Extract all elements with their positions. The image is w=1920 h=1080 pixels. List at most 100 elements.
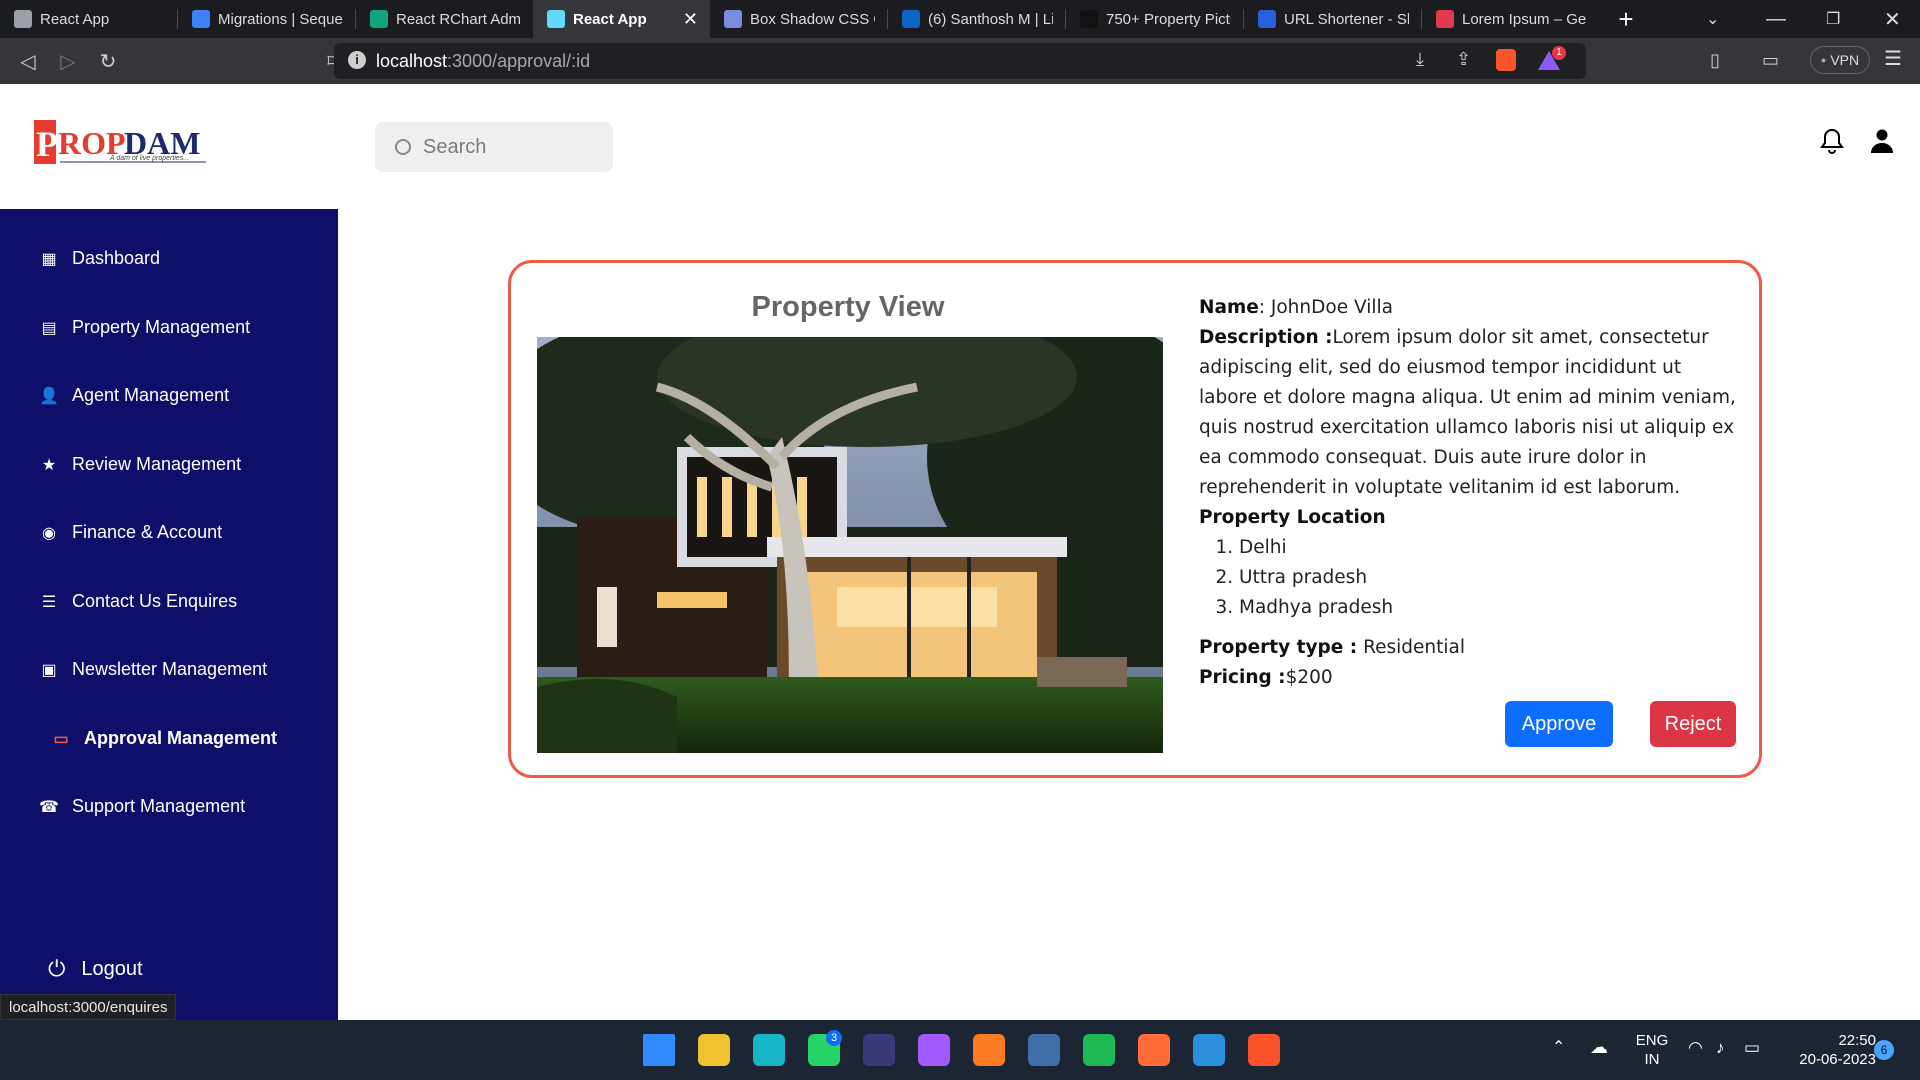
- browser-tab[interactable]: Lorem Ipsum – Gen: [1422, 0, 1599, 38]
- property-location-heading: Property Location: [1199, 507, 1386, 528]
- clock-time: 22:50: [1838, 1032, 1876, 1049]
- onedrive-icon[interactable]: ☁: [1590, 1038, 1608, 1057]
- clock-date: 20-06-2023: [1799, 1051, 1876, 1068]
- sidebar-item-contact-us-enquires[interactable]: ☰ Contact Us Enquires: [40, 591, 237, 612]
- sidebar-item-newsletter-management[interactable]: ▣ Newsletter Management: [40, 659, 267, 680]
- xampp-icon[interactable]: [973, 1034, 1005, 1066]
- reject-button[interactable]: Reject: [1650, 701, 1736, 747]
- logout-label: Logout: [81, 957, 143, 980]
- browser-tab[interactable]: React RChart Admin: [356, 0, 533, 38]
- browser-tab-title: Lorem Ipsum – Gen: [1462, 10, 1587, 28]
- browser-tab-title: React App: [40, 10, 110, 28]
- browser-tab[interactable]: URL Shortener - Sh: [1244, 0, 1421, 38]
- site-info-icon[interactable]: i: [348, 51, 366, 69]
- notification-bell-icon[interactable]: [1820, 128, 1844, 159]
- battery-icon[interactable]: ▭: [1744, 1038, 1760, 1057]
- sequelize-icon: [192, 10, 210, 28]
- restore-icon[interactable]: ❐: [1826, 0, 1840, 38]
- browser-tab[interactable]: (6) Santhosh M | Lin: [888, 0, 1065, 38]
- property-image: [537, 337, 1163, 753]
- browser-tab[interactable]: React App ✕: [533, 0, 710, 38]
- menu-icon[interactable]: ☰: [1884, 46, 1902, 71]
- clock[interactable]: 22:50 20-06-2023: [1780, 1031, 1876, 1069]
- language-code: ENG: [1635, 1032, 1669, 1049]
- browser-tab-title: React RChart Admin: [396, 10, 521, 28]
- grid-icon: ▦: [41, 250, 57, 268]
- browser-tab-title: URL Shortener - Sh: [1284, 10, 1409, 28]
- sidebar-item-property-management[interactable]: ▤ Property Management: [40, 317, 250, 338]
- tab-search-icon[interactable]: ⌄: [1706, 0, 1719, 38]
- browser-tab[interactable]: React App: [0, 0, 177, 38]
- coin-icon: ◉: [42, 524, 56, 542]
- sidebar-item-label: Newsletter Management: [72, 659, 268, 679]
- search-box[interactable]: Search: [375, 122, 613, 172]
- forward-icon[interactable]: ▷: [48, 49, 88, 74]
- brave-icon[interactable]: [1248, 1034, 1280, 1066]
- sidebar-item-approval-management[interactable]: ▭ Approval Management: [52, 728, 277, 749]
- sidebar-toggle-icon[interactable]: ▯: [1710, 50, 1720, 71]
- show-hidden-icons-icon[interactable]: ⌃: [1552, 1038, 1565, 1057]
- search-input[interactable]: Search: [423, 136, 486, 159]
- figma-icon[interactable]: [918, 1034, 950, 1066]
- link-icon: [1258, 10, 1276, 28]
- property-card: Property View Name: JohnDoe Villa Descri…: [508, 260, 1762, 778]
- postman-icon[interactable]: [1138, 1034, 1170, 1066]
- new-tab-button[interactable]: +: [1611, 4, 1641, 35]
- sidebar-item-label: Review Management: [72, 454, 242, 474]
- location-item: Uttra pradesh: [1239, 563, 1739, 593]
- language-indicator[interactable]: ENG IN: [1632, 1031, 1672, 1069]
- volume-icon[interactable]: ♪: [1716, 1038, 1725, 1057]
- browser-tab[interactable]: Migrations | Sequeli: [178, 0, 355, 38]
- search-icon: [395, 139, 411, 155]
- share-icon[interactable]: ⇪: [1456, 49, 1471, 70]
- sidebar-item-finance-account[interactable]: ◉ Finance & Account: [40, 522, 222, 543]
- approve-button[interactable]: Approve: [1505, 701, 1613, 747]
- star-icon: ★: [41, 456, 57, 474]
- whatsapp-badge: 3: [826, 1030, 842, 1046]
- sidebar-item-support-management[interactable]: ☎ Support Management: [39, 796, 245, 817]
- brave-shields-icon[interactable]: [1496, 49, 1516, 71]
- property-name: Name: JohnDoe Villa: [1199, 297, 1393, 318]
- sidebar-item-label: Property Management: [72, 317, 251, 337]
- sidebar-item-review-management[interactable]: ★ Review Management: [40, 454, 241, 475]
- windows-taskbar: 3 ⌃ ☁ ENG IN ◠ ♪ ▭ 22:50 20-06-2023 6: [0, 1020, 1920, 1080]
- sidebar-item-label: Finance & Account: [72, 522, 223, 542]
- rewards-badge: 1: [1552, 46, 1566, 60]
- address-bar[interactable]: i localhost:3000/approval/:id ⤓ ⇪ 1: [334, 43, 1586, 79]
- minimize-icon[interactable]: —: [1766, 0, 1786, 38]
- mysql-workbench-icon[interactable]: [1028, 1034, 1060, 1066]
- sidebar-item-agent-management[interactable]: 👤 Agent Management: [39, 385, 230, 406]
- install-icon[interactable]: ⤓: [1416, 49, 1424, 70]
- eclipse-icon[interactable]: [863, 1034, 895, 1066]
- vpn-button[interactable]: ● VPN: [1810, 46, 1870, 74]
- notification-count-badge[interactable]: 6: [1874, 1040, 1894, 1060]
- globe-icon: [14, 10, 32, 28]
- file-explorer-icon[interactable]: [698, 1034, 730, 1066]
- wallet-icon[interactable]: ▭: [1762, 50, 1779, 71]
- spotify-icon[interactable]: [1083, 1034, 1115, 1066]
- canva-icon[interactable]: [753, 1034, 785, 1066]
- sidebar-item-dashboard[interactable]: ▦ Dashboard: [40, 248, 160, 269]
- logout-button[interactable]: ⏻ Logout: [48, 956, 143, 982]
- user-profile-icon[interactable]: [1870, 128, 1894, 159]
- back-icon[interactable]: ◁: [8, 49, 48, 74]
- sidebar-item-label: Dashboard: [72, 248, 161, 268]
- browser-tab[interactable]: Box Shadow CSS Gr: [710, 0, 887, 38]
- reload-icon[interactable]: ↻: [88, 49, 128, 74]
- svg-text:P: P: [36, 124, 58, 164]
- document-icon: ▤: [41, 319, 57, 337]
- close-window-icon[interactable]: ✕: [1884, 0, 1901, 38]
- chat-icon: ▭: [53, 730, 69, 748]
- windows-start-icon[interactable]: [643, 1034, 675, 1066]
- property-view-title: Property View: [751, 291, 945, 323]
- browser-tab-title: (6) Santhosh M | Lin: [928, 10, 1053, 28]
- sidebar-item-label: Contact Us Enquires: [72, 591, 238, 611]
- propdam-logo[interactable]: P ROP DAM A dam of live properties...: [34, 118, 209, 170]
- logout-icon: ⏻: [48, 956, 66, 981]
- browser-tab[interactable]: 750+ Property Pictu: [1066, 0, 1243, 38]
- browser-toolbar: ◁ ▷ ↻ ⌑ i localhost:3000/approval/:id ⤓ …: [0, 38, 1920, 84]
- sidebar-item-label: Agent Management: [72, 385, 230, 405]
- tab-close-icon[interactable]: ✕: [683, 9, 698, 30]
- wifi-icon[interactable]: ◠: [1688, 1038, 1703, 1057]
- vscode-icon[interactable]: [1193, 1034, 1225, 1066]
